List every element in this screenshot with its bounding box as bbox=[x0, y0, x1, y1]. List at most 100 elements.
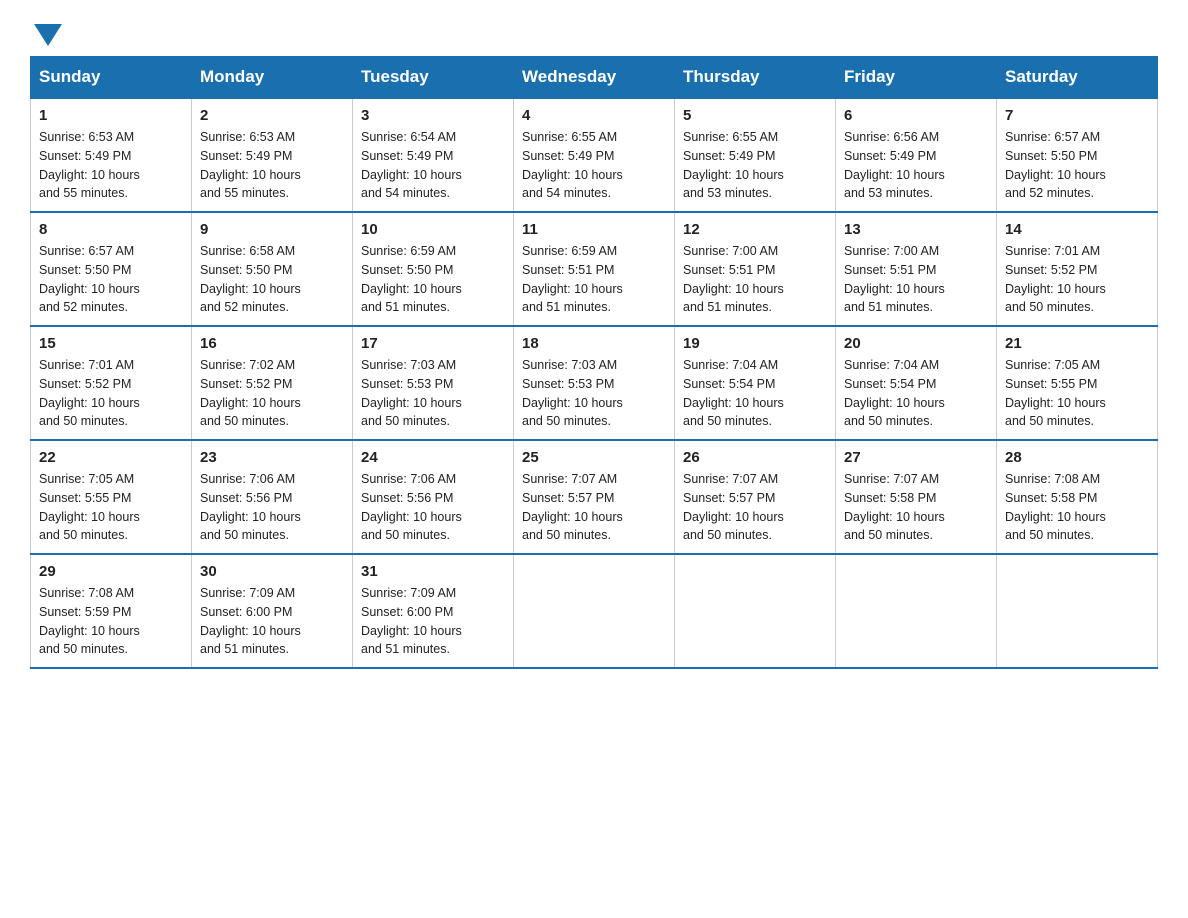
calendar-cell: 8 Sunrise: 6:57 AMSunset: 5:50 PMDaylight… bbox=[31, 212, 192, 326]
calendar-cell: 29 Sunrise: 7:08 AMSunset: 5:59 PMDayligh… bbox=[31, 554, 192, 668]
day-info: Sunrise: 6:53 AMSunset: 5:49 PMDaylight:… bbox=[200, 128, 344, 203]
day-number: 9 bbox=[200, 221, 344, 238]
calendar-cell: 9 Sunrise: 6:58 AMSunset: 5:50 PMDaylight… bbox=[192, 212, 353, 326]
day-number: 15 bbox=[39, 335, 183, 352]
day-number: 18 bbox=[522, 335, 666, 352]
day-number: 2 bbox=[200, 107, 344, 124]
weekday-header-saturday: Saturday bbox=[997, 57, 1158, 99]
day-number: 29 bbox=[39, 563, 183, 580]
calendar-cell: 15Sunrise: 7:01 AMSunset: 5:52 PMDayligh… bbox=[31, 326, 192, 440]
calendar-cell bbox=[997, 554, 1158, 668]
day-number: 24 bbox=[361, 449, 505, 466]
day-info: Sunrise: 7:06 AMSunset: 5:56 PMDaylight:… bbox=[200, 470, 344, 545]
day-info: Sunrise: 7:07 AMSunset: 5:57 PMDaylight:… bbox=[522, 470, 666, 545]
calendar-cell: 17 Sunrise: 7:03 AMSunset: 5:53 PMDayligh… bbox=[353, 326, 514, 440]
day-number: 31 bbox=[361, 563, 505, 580]
day-number: 20 bbox=[844, 335, 988, 352]
calendar-week-row: 29 Sunrise: 7:08 AMSunset: 5:59 PMDayligh… bbox=[31, 554, 1158, 668]
day-number: 26 bbox=[683, 449, 827, 466]
day-number: 14 bbox=[1005, 221, 1149, 238]
calendar-cell bbox=[514, 554, 675, 668]
day-info: Sunrise: 7:00 AMSunset: 5:51 PMDaylight:… bbox=[683, 242, 827, 317]
calendar-cell: 4 Sunrise: 6:55 AMSunset: 5:49 PMDaylight… bbox=[514, 98, 675, 212]
calendar-cell: 31 Sunrise: 7:09 AMSunset: 6:00 PMDayligh… bbox=[353, 554, 514, 668]
calendar-cell: 6 Sunrise: 6:56 AMSunset: 5:49 PMDaylight… bbox=[836, 98, 997, 212]
calendar-cell: 16 Sunrise: 7:02 AMSunset: 5:52 PMDayligh… bbox=[192, 326, 353, 440]
day-number: 5 bbox=[683, 107, 827, 124]
day-number: 10 bbox=[361, 221, 505, 238]
calendar-cell: 1Sunrise: 6:53 AMSunset: 5:49 PMDaylight… bbox=[31, 98, 192, 212]
calendar-cell: 10 Sunrise: 6:59 AMSunset: 5:50 PMDayligh… bbox=[353, 212, 514, 326]
calendar-week-row: 15Sunrise: 7:01 AMSunset: 5:52 PMDayligh… bbox=[31, 326, 1158, 440]
weekday-header-tuesday: Tuesday bbox=[353, 57, 514, 99]
day-number: 6 bbox=[844, 107, 988, 124]
day-info: Sunrise: 7:00 AMSunset: 5:51 PMDaylight:… bbox=[844, 242, 988, 317]
day-info: Sunrise: 7:06 AMSunset: 5:56 PMDaylight:… bbox=[361, 470, 505, 545]
day-number: 30 bbox=[200, 563, 344, 580]
day-number: 4 bbox=[522, 107, 666, 124]
day-info: Sunrise: 7:01 AMSunset: 5:52 PMDaylight:… bbox=[1005, 242, 1149, 317]
weekday-header-monday: Monday bbox=[192, 57, 353, 99]
calendar-cell: 20 Sunrise: 7:04 AMSunset: 5:54 PMDayligh… bbox=[836, 326, 997, 440]
weekday-header-wednesday: Wednesday bbox=[514, 57, 675, 99]
day-number: 19 bbox=[683, 335, 827, 352]
day-info: Sunrise: 6:59 AMSunset: 5:51 PMDaylight:… bbox=[522, 242, 666, 317]
calendar-cell: 27 Sunrise: 7:07 AMSunset: 5:58 PMDayligh… bbox=[836, 440, 997, 554]
day-info: Sunrise: 7:05 AMSunset: 5:55 PMDaylight:… bbox=[39, 470, 183, 545]
calendar-week-row: 8 Sunrise: 6:57 AMSunset: 5:50 PMDaylight… bbox=[31, 212, 1158, 326]
day-info: Sunrise: 6:54 AMSunset: 5:49 PMDaylight:… bbox=[361, 128, 505, 203]
day-number: 11 bbox=[522, 221, 666, 238]
logo bbox=[30, 20, 62, 46]
calendar-cell: 21 Sunrise: 7:05 AMSunset: 5:55 PMDayligh… bbox=[997, 326, 1158, 440]
day-number: 16 bbox=[200, 335, 344, 352]
day-info: Sunrise: 7:07 AMSunset: 5:57 PMDaylight:… bbox=[683, 470, 827, 545]
calendar-cell: 26 Sunrise: 7:07 AMSunset: 5:57 PMDayligh… bbox=[675, 440, 836, 554]
weekday-header-thursday: Thursday bbox=[675, 57, 836, 99]
day-number: 28 bbox=[1005, 449, 1149, 466]
day-info: Sunrise: 7:05 AMSunset: 5:55 PMDaylight:… bbox=[1005, 356, 1149, 431]
weekday-header-sunday: Sunday bbox=[31, 57, 192, 99]
day-info: Sunrise: 6:56 AMSunset: 5:49 PMDaylight:… bbox=[844, 128, 988, 203]
day-info: Sunrise: 7:02 AMSunset: 5:52 PMDaylight:… bbox=[200, 356, 344, 431]
day-number: 7 bbox=[1005, 107, 1149, 124]
day-info: Sunrise: 7:04 AMSunset: 5:54 PMDaylight:… bbox=[683, 356, 827, 431]
day-info: Sunrise: 7:03 AMSunset: 5:53 PMDaylight:… bbox=[522, 356, 666, 431]
day-info: Sunrise: 6:55 AMSunset: 5:49 PMDaylight:… bbox=[522, 128, 666, 203]
day-number: 1 bbox=[39, 107, 183, 124]
calendar-cell: 3Sunrise: 6:54 AMSunset: 5:49 PMDaylight… bbox=[353, 98, 514, 212]
day-info: Sunrise: 6:55 AMSunset: 5:49 PMDaylight:… bbox=[683, 128, 827, 203]
calendar-cell: 7Sunrise: 6:57 AMSunset: 5:50 PMDaylight… bbox=[997, 98, 1158, 212]
page-header bbox=[30, 20, 1158, 46]
weekday-header-friday: Friday bbox=[836, 57, 997, 99]
calendar-cell bbox=[675, 554, 836, 668]
day-info: Sunrise: 6:58 AMSunset: 5:50 PMDaylight:… bbox=[200, 242, 344, 317]
day-info: Sunrise: 7:04 AMSunset: 5:54 PMDaylight:… bbox=[844, 356, 988, 431]
day-info: Sunrise: 7:09 AMSunset: 6:00 PMDaylight:… bbox=[361, 584, 505, 659]
calendar-week-row: 1 Sunrise: 6:53 AMSunset: 5:49 PMDaylight… bbox=[31, 98, 1158, 212]
day-number: 25 bbox=[522, 449, 666, 466]
calendar-cell bbox=[836, 554, 997, 668]
day-number: 22 bbox=[39, 449, 183, 466]
day-info: Sunrise: 7:07 AMSunset: 5:58 PMDaylight:… bbox=[844, 470, 988, 545]
calendar-cell: 11 Sunrise: 6:59 AMSunset: 5:51 PMDayligh… bbox=[514, 212, 675, 326]
day-number: 17 bbox=[361, 335, 505, 352]
day-info: Sunrise: 6:59 AMSunset: 5:50 PMDaylight:… bbox=[361, 242, 505, 317]
calendar-header-row: SundayMondayTuesdayWednesdayThursdayFrid… bbox=[31, 57, 1158, 99]
logo-triangle-icon bbox=[34, 24, 62, 46]
day-info: Sunrise: 7:03 AMSunset: 5:53 PMDaylight:… bbox=[361, 356, 505, 431]
day-number: 21 bbox=[1005, 335, 1149, 352]
calendar-cell: 13Sunrise: 7:00 AMSunset: 5:51 PMDayligh… bbox=[836, 212, 997, 326]
calendar-cell: 18 Sunrise: 7:03 AMSunset: 5:53 PMDayligh… bbox=[514, 326, 675, 440]
day-number: 23 bbox=[200, 449, 344, 466]
day-number: 12 bbox=[683, 221, 827, 238]
calendar-cell: 23 Sunrise: 7:06 AMSunset: 5:56 PMDayligh… bbox=[192, 440, 353, 554]
day-number: 8 bbox=[39, 221, 183, 238]
calendar-cell: 14 Sunrise: 7:01 AMSunset: 5:52 PMDayligh… bbox=[997, 212, 1158, 326]
calendar-week-row: 22 Sunrise: 7:05 AMSunset: 5:55 PMDayligh… bbox=[31, 440, 1158, 554]
day-number: 27 bbox=[844, 449, 988, 466]
day-info: Sunrise: 6:57 AMSunset: 5:50 PMDaylight:… bbox=[39, 242, 183, 317]
day-info: Sunrise: 7:08 AMSunset: 5:59 PMDaylight:… bbox=[39, 584, 183, 659]
calendar-cell: 22 Sunrise: 7:05 AMSunset: 5:55 PMDayligh… bbox=[31, 440, 192, 554]
calendar-cell: 28Sunrise: 7:08 AMSunset: 5:58 PMDayligh… bbox=[997, 440, 1158, 554]
calendar-cell: 19 Sunrise: 7:04 AMSunset: 5:54 PMDayligh… bbox=[675, 326, 836, 440]
